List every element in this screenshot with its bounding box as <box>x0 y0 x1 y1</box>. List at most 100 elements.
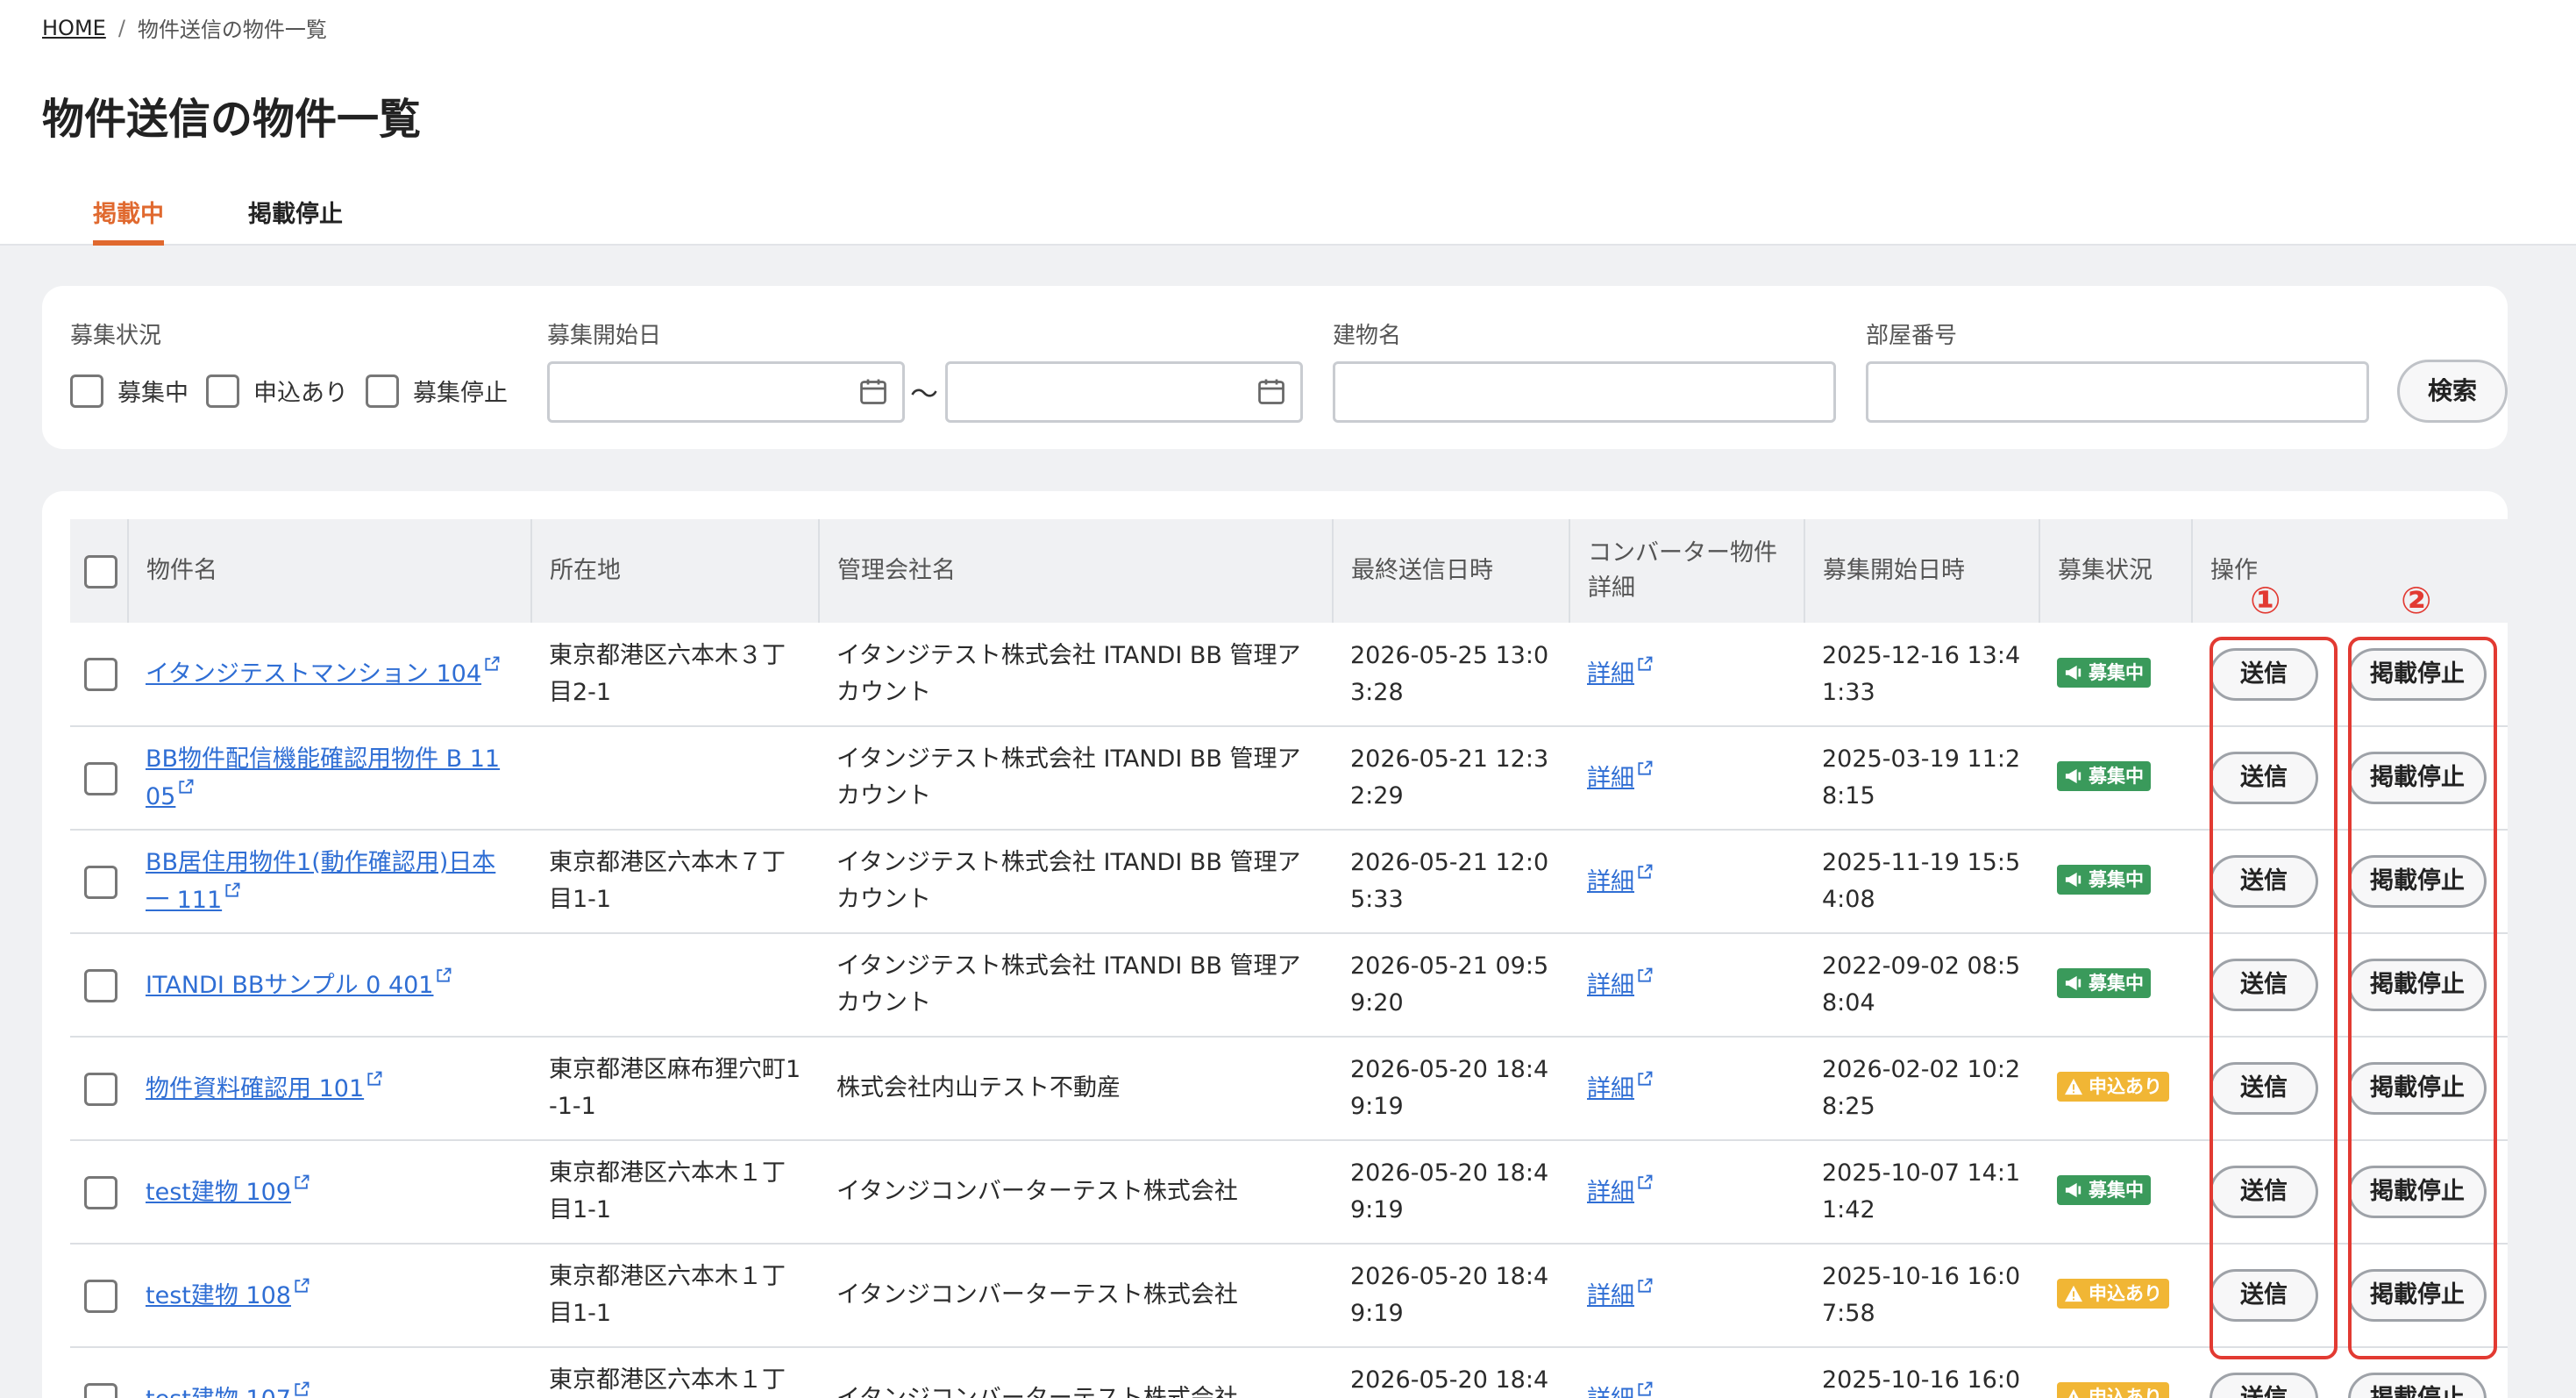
detail-link[interactable]: 詳細 <box>1587 656 1654 688</box>
row-checkbox[interactable] <box>84 1175 117 1209</box>
header-property-name[interactable]: 物件名 <box>128 519 532 623</box>
table-row: test建物 107 東京都港区六本木１丁目1-1 イタンジコンバーターテスト株式会… <box>70 1347 2508 1398</box>
row-checkbox[interactable] <box>84 658 117 691</box>
property-name-link[interactable]: 物件資料確認用 101 <box>146 1071 383 1102</box>
annotation-box-send <box>2210 637 2338 1359</box>
property-name-link[interactable]: test建物 109 <box>146 1174 310 1206</box>
status-option-applied[interactable]: 申込あり <box>206 374 348 408</box>
row-select-cell <box>70 1347 128 1398</box>
header-status[interactable]: 募集状況 <box>2039 519 2193 623</box>
building-name-input[interactable] <box>1333 361 1836 423</box>
address-cell <box>531 726 819 830</box>
status-option-label: 申込あり <box>253 380 348 407</box>
status-option-stopped[interactable]: 募集停止 <box>366 374 508 408</box>
last-sent-cell: 2026-05-25 13:03:28 <box>1350 641 1549 706</box>
row-checkbox[interactable] <box>84 761 117 795</box>
select-all-checkbox[interactable] <box>84 554 117 588</box>
status-option-recruiting[interactable]: 募集中 <box>70 374 189 408</box>
annotation-number-2: ② <box>2401 579 2432 622</box>
property-name-link[interactable]: BB物件配信機能確認用物件 B 1105 <box>146 745 500 810</box>
property-table-card: 物件名 所在地 管理会社名 最終送信日時 コンバーター物件詳細 募集開始日時 募… <box>42 491 2508 1398</box>
detail-link-text: 詳細 <box>1587 660 1634 688</box>
external-link-icon <box>1638 864 1653 879</box>
status-filter-label: 募集状況 <box>70 323 162 349</box>
start-date-to-input[interactable] <box>945 361 1303 423</box>
converter-detail-cell: 詳細 <box>1569 623 1804 726</box>
warning-icon <box>2068 1388 2079 1398</box>
calendar-icon[interactable] <box>857 375 889 407</box>
start-date-cell: 2025-10-16 16:07:58 <box>1822 1366 2021 1394</box>
property-name-link[interactable]: BB居住用物件1(動作確認用)日本一 111 <box>146 849 495 914</box>
status-checkbox-recruiting[interactable] <box>70 374 103 408</box>
room-number-input[interactable] <box>1866 361 2369 423</box>
detail-link[interactable]: 詳細 <box>1587 1278 1654 1309</box>
converter-detail-cell: 詳細 <box>1569 726 1804 830</box>
megaphone-icon <box>2065 872 2081 888</box>
last-sent-cell: 2026-05-21 12:05:33 <box>1350 849 1549 913</box>
date-range-separator: 〜 <box>910 377 939 410</box>
property-name-cell: test建物 109 <box>128 1140 531 1244</box>
address-cell: 東京都港区六本木１丁目1-1 <box>549 1159 786 1223</box>
breadcrumb-current: 物件送信の物件一覧 <box>137 18 327 42</box>
header-last-sent[interactable]: 最終送信日時 <box>1333 519 1570 623</box>
status-badge: 募集中 <box>2057 657 2151 688</box>
last-sent-cell: 2026-05-21 09:59:20 <box>1350 952 1549 1016</box>
status-badge-text: 申込あり <box>2089 1283 2162 1304</box>
page-title: 物件送信の物件一覧 <box>42 95 422 144</box>
tab-unlisted[interactable]: 掲載停止 <box>229 182 362 246</box>
stop-listing-button[interactable]: 掲載停止 <box>2348 1373 2487 1398</box>
property-name-link[interactable]: test建物 108 <box>146 1278 310 1309</box>
send-button[interactable]: 送信 <box>2210 1373 2318 1398</box>
property-name-link[interactable]: ITANDI BBサンプル 0 401 <box>146 967 452 999</box>
row-checkbox[interactable] <box>84 1279 117 1313</box>
detail-link[interactable]: 詳細 <box>1587 1174 1654 1206</box>
converter-detail-cell: 詳細 <box>1569 1140 1804 1244</box>
search-button[interactable]: 検索 <box>2397 360 2508 423</box>
detail-link[interactable]: 詳細 <box>1587 1381 1654 1398</box>
status-option-label: 募集停止 <box>413 380 508 407</box>
start-date-from-input[interactable] <box>547 361 905 423</box>
property-name-link[interactable]: test建物 107 <box>146 1381 310 1398</box>
status-badge-text: 募集中 <box>2089 766 2144 787</box>
address-cell: 東京都港区麻布狸穴町1-1-1 <box>549 1056 801 1120</box>
warning-icon <box>2065 1285 2082 1302</box>
row-checkbox[interactable] <box>84 1072 117 1106</box>
detail-link[interactable]: 詳細 <box>1587 864 1654 895</box>
header-address[interactable]: 所在地 <box>531 519 820 623</box>
status-checkbox-applied[interactable] <box>206 374 239 408</box>
table-row: イタンジテストマンション 104 東京都港区六本木３丁目2-1 イタンジテスト株式会… <box>70 623 2508 726</box>
table-row: 物件資料確認用 101 東京都港区麻布狸穴町1-1-1 株式会社内山テスト不動産 20… <box>70 1037 2508 1140</box>
row-select-cell <box>70 623 128 726</box>
last-sent-cell: 2026-05-20 18:49:19 <box>1350 1263 1549 1327</box>
detail-link-text: 詳細 <box>1587 1281 1634 1309</box>
building-name-label: 建物名 <box>1333 323 1402 349</box>
row-checkbox[interactable] <box>84 1382 117 1398</box>
external-link-icon <box>485 656 500 671</box>
status-checkbox-stopped[interactable] <box>366 374 399 408</box>
table-row: test建物 108 東京都港区六本木１丁目1-1 イタンジコンバーターテスト株式会… <box>70 1244 2508 1347</box>
row-select-cell <box>70 830 128 933</box>
status-badge: 募集中 <box>2057 968 2151 998</box>
status-badge: 申込あり <box>2057 1072 2169 1102</box>
row-checkbox[interactable] <box>84 865 117 899</box>
tab-listed[interactable]: 掲載中 <box>74 182 183 246</box>
breadcrumb-separator: / <box>117 15 125 40</box>
converter-detail-cell: 詳細 <box>1569 1244 1804 1347</box>
property-name-cell: BB物件配信機能確認用物件 B 1105 <box>128 726 531 830</box>
detail-link[interactable]: 詳細 <box>1587 967 1654 999</box>
header-actions: 操作 <box>2210 557 2258 584</box>
status-badge-text: 募集中 <box>2089 661 2144 683</box>
property-name-link[interactable]: イタンジテストマンション 104 <box>146 656 501 688</box>
calendar-icon[interactable] <box>1256 375 1287 407</box>
status-cell: 募集中 <box>2039 933 2192 1037</box>
external-link-icon <box>367 1071 382 1086</box>
row-checkbox[interactable] <box>84 968 117 1002</box>
detail-link[interactable]: 詳細 <box>1587 1071 1654 1102</box>
header-management-company[interactable]: 管理会社名 <box>819 519 1334 623</box>
header-converter-detail[interactable]: コンバーター物件詳細 <box>1569 519 1805 623</box>
status-badge-text: 募集中 <box>2089 1180 2144 1201</box>
header-start-date[interactable]: 募集開始日時 <box>1804 519 2040 623</box>
detail-link[interactable]: 詳細 <box>1587 760 1654 792</box>
breadcrumb-home-link[interactable]: HOME <box>42 16 106 40</box>
page-header: HOME / 物件送信の物件一覧 物件送信の物件一覧 掲載中 掲載停止 <box>0 0 2576 246</box>
